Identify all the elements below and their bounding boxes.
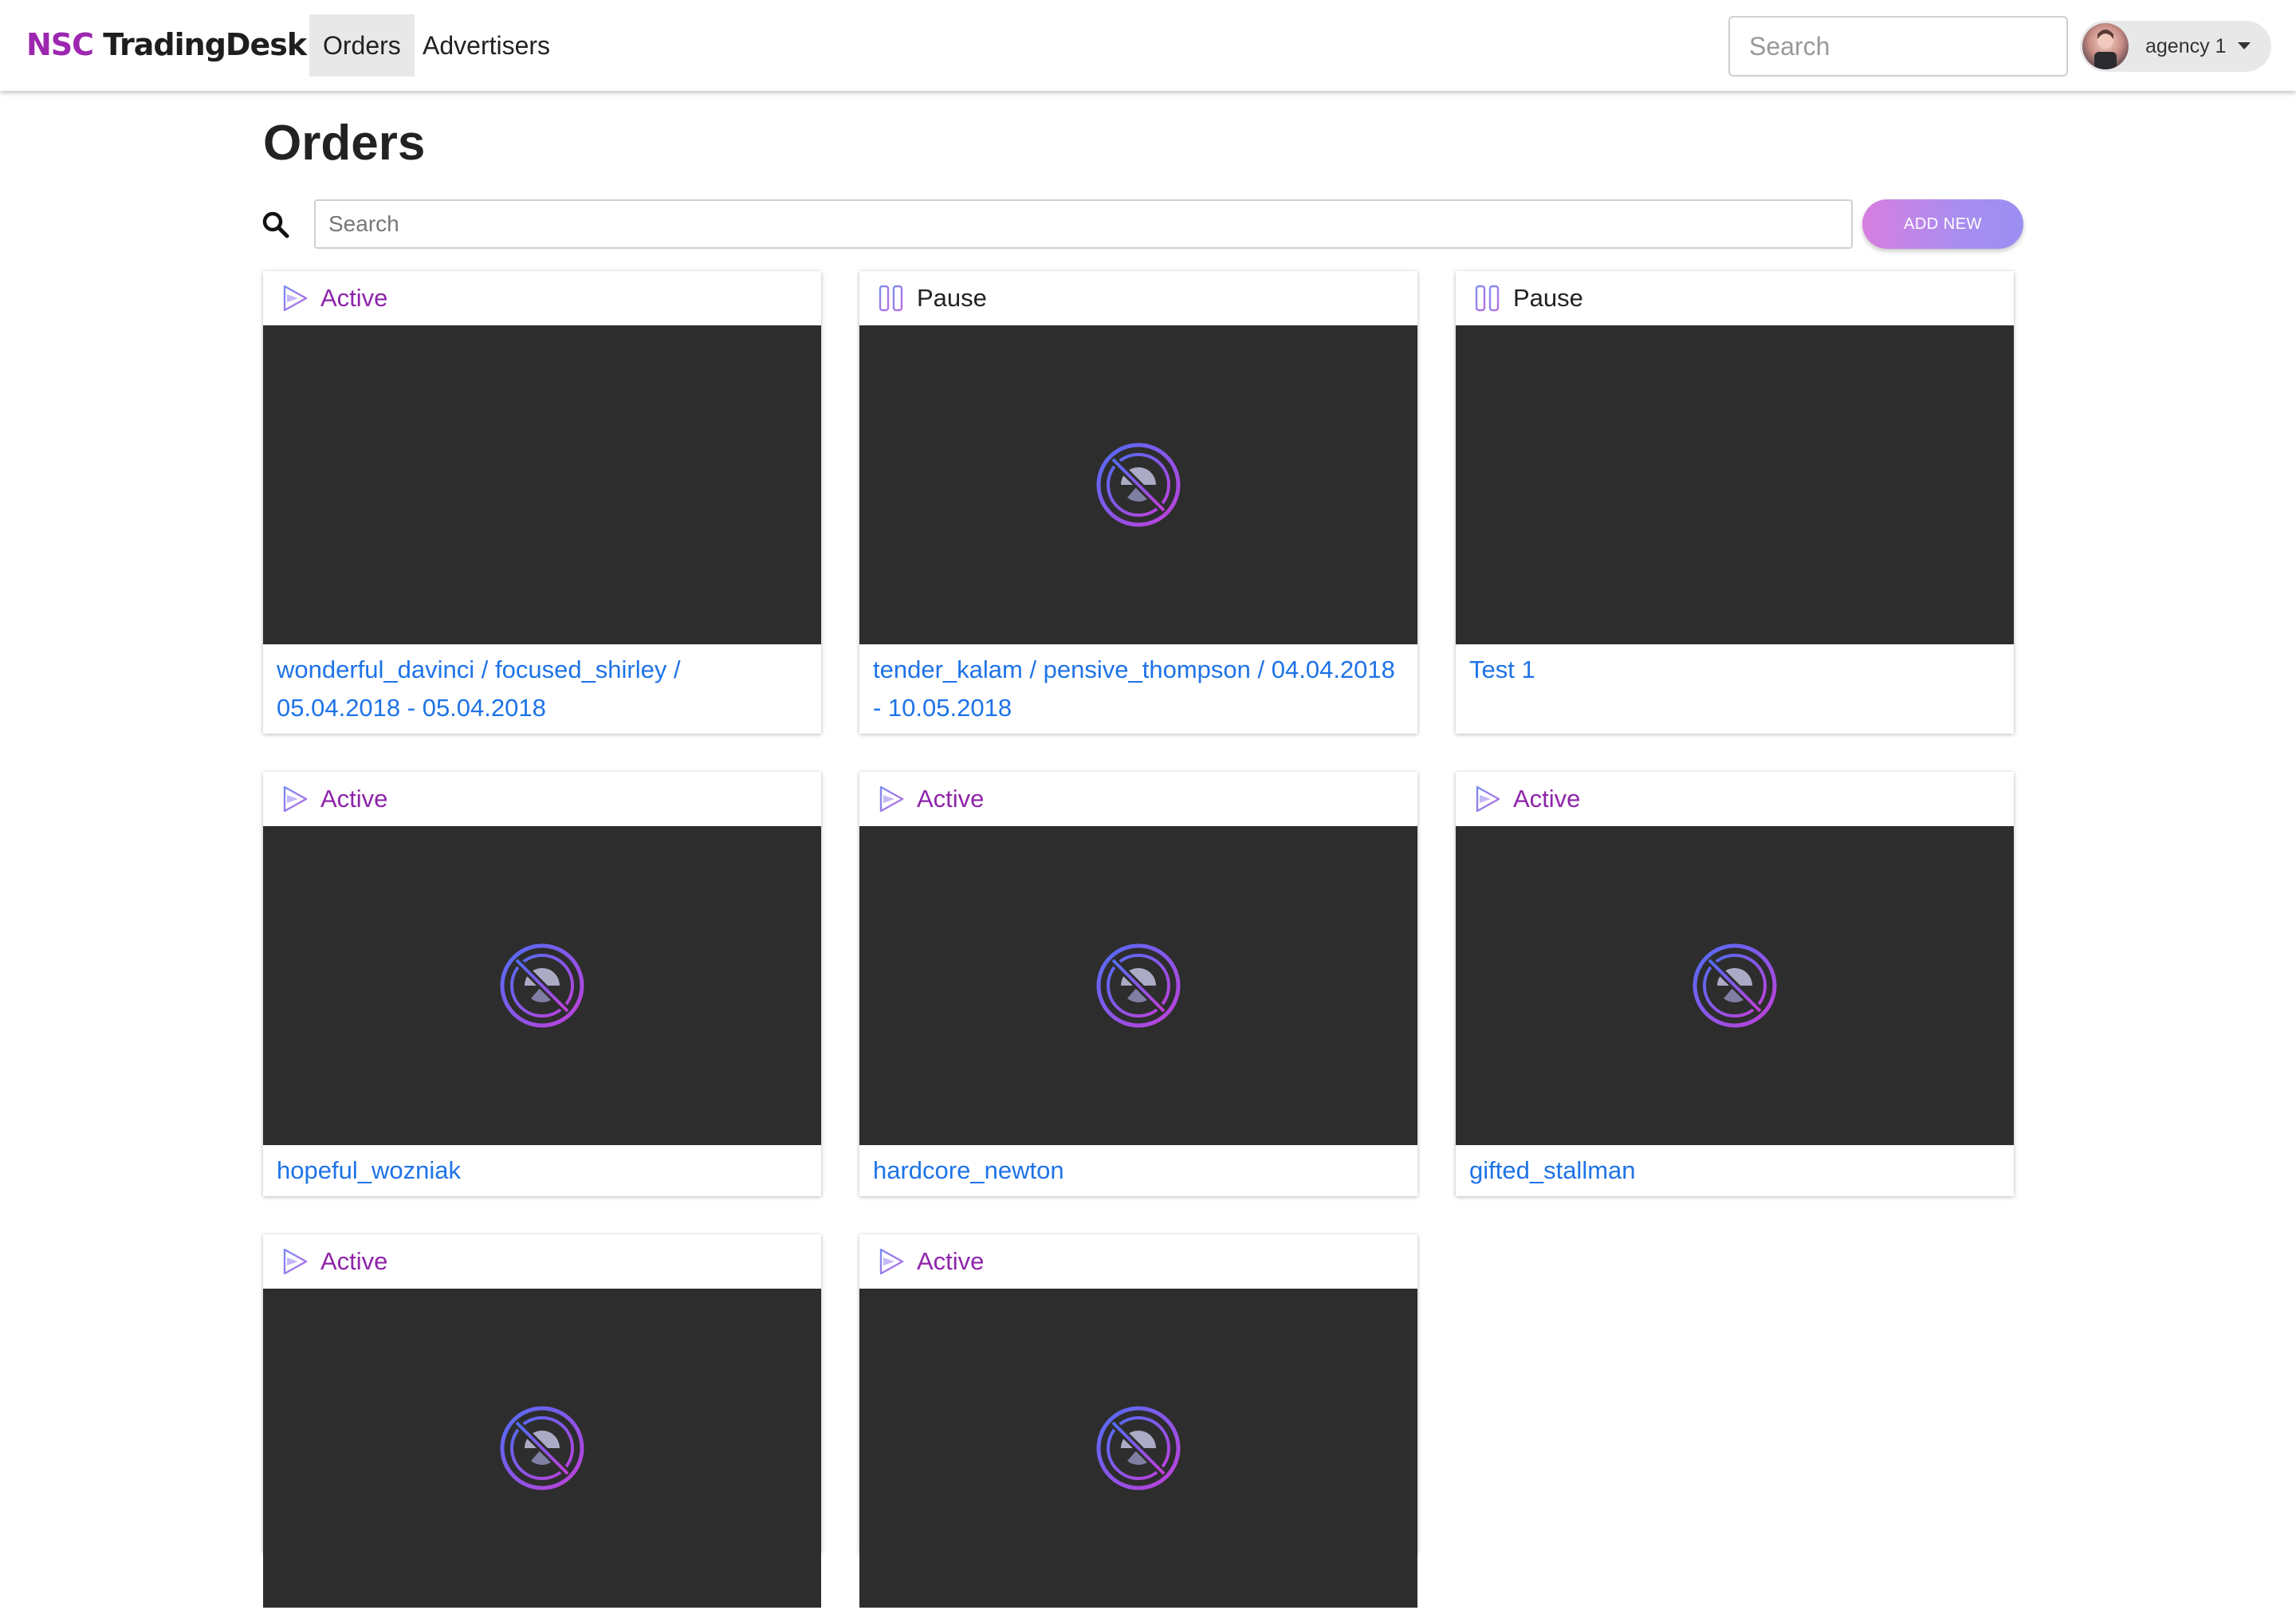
order-status-label: Active bbox=[320, 1247, 388, 1275]
order-card[interactable]: Active hopeful_wozniak bbox=[263, 772, 821, 1196]
no-image-icon bbox=[1096, 943, 1181, 1028]
order-thumbnail[interactable] bbox=[859, 1289, 1417, 1608]
play-icon[interactable] bbox=[281, 785, 309, 813]
order-thumbnail[interactable] bbox=[1456, 325, 2014, 644]
pause-icon[interactable] bbox=[877, 284, 906, 313]
order-card[interactable]: Active bbox=[859, 1234, 1417, 1608]
order-thumbnail[interactable] bbox=[263, 325, 821, 644]
pause-icon[interactable] bbox=[1473, 284, 1502, 313]
order-card-header: Pause bbox=[859, 271, 1417, 325]
order-card-header: Active bbox=[859, 1234, 1417, 1289]
order-status-label: Pause bbox=[1513, 284, 1583, 312]
order-title-link[interactable]: tender_kalam / pensive_thompson / 04.04.… bbox=[859, 644, 1417, 727]
order-thumbnail[interactable] bbox=[859, 826, 1417, 1145]
order-card-header: Active bbox=[263, 1234, 821, 1289]
global-search-input[interactable] bbox=[1728, 16, 2068, 77]
order-status-label: Pause bbox=[917, 284, 987, 312]
user-name: agency 1 bbox=[2145, 35, 2227, 57]
play-icon[interactable] bbox=[877, 1247, 906, 1276]
no-image-icon bbox=[1693, 943, 1777, 1028]
order-title-link[interactable]: wonderful_davinci / focused_shirley / 05… bbox=[263, 644, 821, 727]
order-card-header: Pause bbox=[1456, 271, 2014, 325]
no-image-icon bbox=[500, 1406, 584, 1490]
order-thumbnail[interactable] bbox=[859, 325, 1417, 644]
order-status-label: Active bbox=[320, 284, 388, 312]
nav-item-advertisers[interactable]: Advertisers bbox=[409, 14, 564, 77]
avatar bbox=[2082, 23, 2129, 69]
order-thumbnail[interactable] bbox=[263, 826, 821, 1145]
play-icon[interactable] bbox=[281, 284, 309, 313]
nav-item-orders[interactable]: Orders bbox=[309, 14, 415, 77]
order-title-link[interactable] bbox=[263, 1608, 821, 1614]
order-card-header: Active bbox=[859, 772, 1417, 826]
order-title-link[interactable]: Test 1 bbox=[1456, 644, 2014, 689]
user-menu[interactable]: agency 1 bbox=[2080, 21, 2271, 72]
order-card[interactable]: Active wonderful_davinci / focused_shirl… bbox=[263, 271, 821, 734]
no-image-icon bbox=[1096, 1406, 1181, 1490]
play-icon[interactable] bbox=[877, 785, 906, 813]
order-title-link[interactable]: hardcore_newton bbox=[859, 1145, 1417, 1190]
no-image-icon bbox=[500, 943, 584, 1028]
orders-search-input[interactable] bbox=[314, 199, 1853, 249]
play-icon[interactable] bbox=[1473, 785, 1502, 813]
play-icon[interactable] bbox=[281, 1247, 309, 1276]
order-card[interactable]: Active hardcore_newton bbox=[859, 772, 1417, 1196]
add-new-button[interactable]: ADD NEW bbox=[1862, 199, 2023, 249]
order-card[interactable]: Pause Test 1 bbox=[1456, 271, 2014, 734]
order-status-label: Active bbox=[917, 785, 985, 813]
order-card-header: Active bbox=[263, 271, 821, 325]
order-status-label: Active bbox=[1513, 785, 1581, 813]
order-card[interactable]: Pause tender_kalam / pensive_thompson / … bbox=[859, 271, 1417, 734]
order-card[interactable]: Active bbox=[263, 1234, 821, 1608]
order-card[interactable]: Active gifted_stallman bbox=[1456, 772, 2014, 1196]
order-status-label: Active bbox=[320, 785, 388, 813]
brand-part-2: TradingDesk bbox=[103, 27, 307, 62]
no-image-icon bbox=[1096, 443, 1181, 527]
top-navbar: NSC TradingDesk Orders Advertisers agenc… bbox=[0, 0, 2296, 91]
order-status-label: Active bbox=[917, 1247, 985, 1275]
order-thumbnail[interactable] bbox=[1456, 826, 2014, 1145]
brand-part-1: NSC bbox=[26, 27, 94, 62]
brand-logo[interactable]: NSC TradingDesk bbox=[26, 22, 307, 67]
order-title-link[interactable] bbox=[859, 1608, 1417, 1614]
page-title: Orders bbox=[263, 116, 426, 171]
order-card-header: Active bbox=[1456, 772, 2014, 826]
search-icon bbox=[262, 211, 289, 238]
order-thumbnail[interactable] bbox=[263, 1289, 821, 1608]
order-title-link[interactable]: hopeful_wozniak bbox=[263, 1145, 821, 1190]
order-card-header: Active bbox=[263, 772, 821, 826]
chevron-down-icon bbox=[2238, 42, 2251, 49]
order-title-link[interactable]: gifted_stallman bbox=[1456, 1145, 2014, 1190]
